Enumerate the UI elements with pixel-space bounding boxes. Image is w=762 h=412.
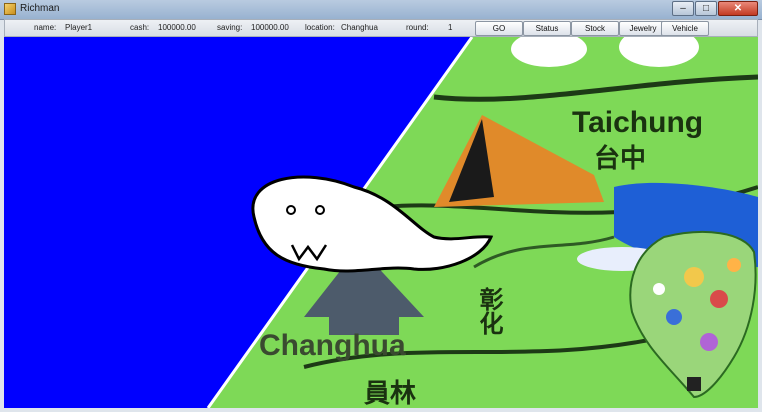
app-icon: [4, 3, 16, 15]
game-map[interactable]: Taichung 台中 Changhua 彰化 員林: [4, 37, 758, 408]
location-label: location:: [305, 23, 335, 32]
changhua-cn-label: 彰化: [475, 286, 503, 335]
minimap-player-icon: [687, 377, 701, 391]
saving-value: 100000.00: [251, 23, 289, 32]
cash-value: 100000.00: [158, 23, 196, 32]
map-canvas: Taichung 台中 Changhua 彰化 員林: [4, 37, 758, 408]
saving-label: saving:: [217, 23, 243, 32]
minimap-token: [700, 333, 718, 351]
round-value: 1: [448, 23, 453, 32]
ghost-eye-left: [286, 205, 296, 215]
game-window: Richman – □ ✕ name: Player1 cash: 100000…: [0, 0, 762, 412]
title-bar: Richman – □ ✕: [0, 0, 762, 20]
window-bottom-edge: [0, 408, 762, 412]
name-label: name:: [34, 23, 57, 32]
minimap-token: [666, 309, 682, 325]
ghost-eye-right: [315, 205, 325, 215]
window-title: Richman: [20, 3, 60, 14]
go-button[interactable]: GO: [475, 21, 523, 36]
maximize-icon[interactable]: □: [695, 1, 717, 16]
jewelry-button[interactable]: Jewelry: [619, 21, 667, 36]
close-icon[interactable]: ✕: [718, 1, 758, 16]
location-value: Changhua: [341, 23, 378, 32]
stock-button[interactable]: Stock: [571, 21, 619, 36]
minimap-token: [727, 258, 741, 272]
changhua-label: Changhua: [259, 329, 406, 362]
minimize-icon[interactable]: –: [672, 1, 694, 16]
round-label: round:: [406, 23, 429, 32]
window-controls: – □ ✕: [671, 1, 758, 16]
status-button[interactable]: Status: [523, 21, 571, 36]
status-bar: name: Player1 cash: 100000.00 saving: 10…: [4, 19, 758, 37]
minimap-token: [710, 290, 728, 308]
minimap-token: [653, 283, 665, 295]
name-value: Player1: [65, 23, 93, 32]
yuanlin-cn-label: 員林: [364, 379, 416, 408]
taichung-cn-label: 台中: [594, 143, 646, 174]
minimap-token: [684, 267, 704, 287]
cash-label: cash:: [130, 23, 150, 32]
vehicle-button[interactable]: Vehicle: [661, 21, 709, 36]
taichung-label: Taichung: [572, 106, 703, 139]
